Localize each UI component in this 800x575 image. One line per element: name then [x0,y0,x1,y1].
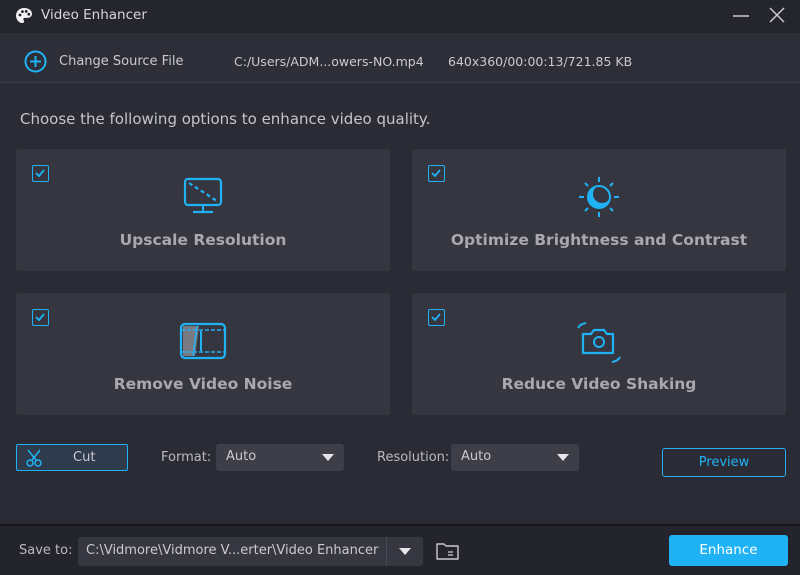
folder-icon[interactable] [435,540,460,561]
format-label: Format: [161,450,212,465]
checkmark-icon [431,313,441,322]
brightness-checkbox[interactable] [428,165,445,182]
instruction-text: Choose the following options to enhance … [20,110,431,128]
shaking-checkbox[interactable] [428,309,445,326]
upscale-checkbox[interactable] [32,165,49,182]
save-path-field[interactable]: C:\Vidmore\Vidmore V...erter\Video Enhan… [78,537,423,566]
change-source-file-button[interactable]: Change Source File [59,54,183,69]
film-noise-icon [179,322,227,360]
save-to-label: Save to: [19,543,73,558]
checkmark-icon [35,169,45,178]
format-value: Auto [226,449,257,464]
option-label: Remove Video Noise [113,375,293,393]
palette-icon [16,8,32,23]
minimize-icon [733,15,749,17]
option-label: Reduce Video Shaking [501,375,697,393]
scissors-icon [26,449,42,467]
footer-bar: Save to: C:\Vidmore\Vidmore V...erter\Vi… [0,526,800,575]
option-upscale-resolution[interactable]: Upscale Resolution [16,149,390,271]
option-remove-noise[interactable]: Remove Video Noise [16,293,390,415]
resolution-label: Resolution: [377,450,450,465]
save-path-value: C:\Vidmore\Vidmore V...erter\Video Enhan… [86,543,379,558]
option-label: Upscale Resolution [119,231,287,249]
add-circle-icon[interactable] [24,50,47,73]
camera-shake-icon [577,322,621,363]
title-bar: Video Enhancer [0,0,800,33]
source-file-path: C:/Users/ADM...owers-NO.mp4 [234,54,424,69]
checkmark-icon [35,313,45,322]
format-select[interactable]: Auto [216,444,344,471]
source-bar: Change Source File C:/Users/ADM...owers-… [0,33,800,83]
chevron-down-icon [399,548,411,555]
close-button[interactable] [766,6,788,26]
noise-checkbox[interactable] [32,309,49,326]
preview-button[interactable]: Preview [662,448,786,477]
source-file-info: 640x360/00:00:13/721.85 KB [448,54,633,69]
cut-button[interactable]: Cut [16,444,128,471]
brightness-icon [579,177,619,217]
window-title: Video Enhancer [41,7,147,23]
chevron-down-icon [322,454,334,461]
option-optimize-brightness[interactable]: Optimize Brightness and Contrast [412,149,786,271]
chevron-down-icon [557,454,569,461]
cut-label: Cut [73,450,96,465]
save-path-dropdown[interactable] [386,537,423,566]
monitor-icon [183,177,223,214]
resolution-value: Auto [461,449,492,464]
main-panel: Choose the following options to enhance … [0,84,800,524]
enhance-button[interactable]: Enhance [669,535,788,566]
option-label: Optimize Brightness and Contrast [450,231,748,249]
checkmark-icon [431,169,441,178]
close-icon [769,7,785,23]
resolution-select[interactable]: Auto [451,444,579,471]
option-reduce-shaking[interactable]: Reduce Video Shaking [412,293,786,415]
minimize-button[interactable] [730,6,752,26]
